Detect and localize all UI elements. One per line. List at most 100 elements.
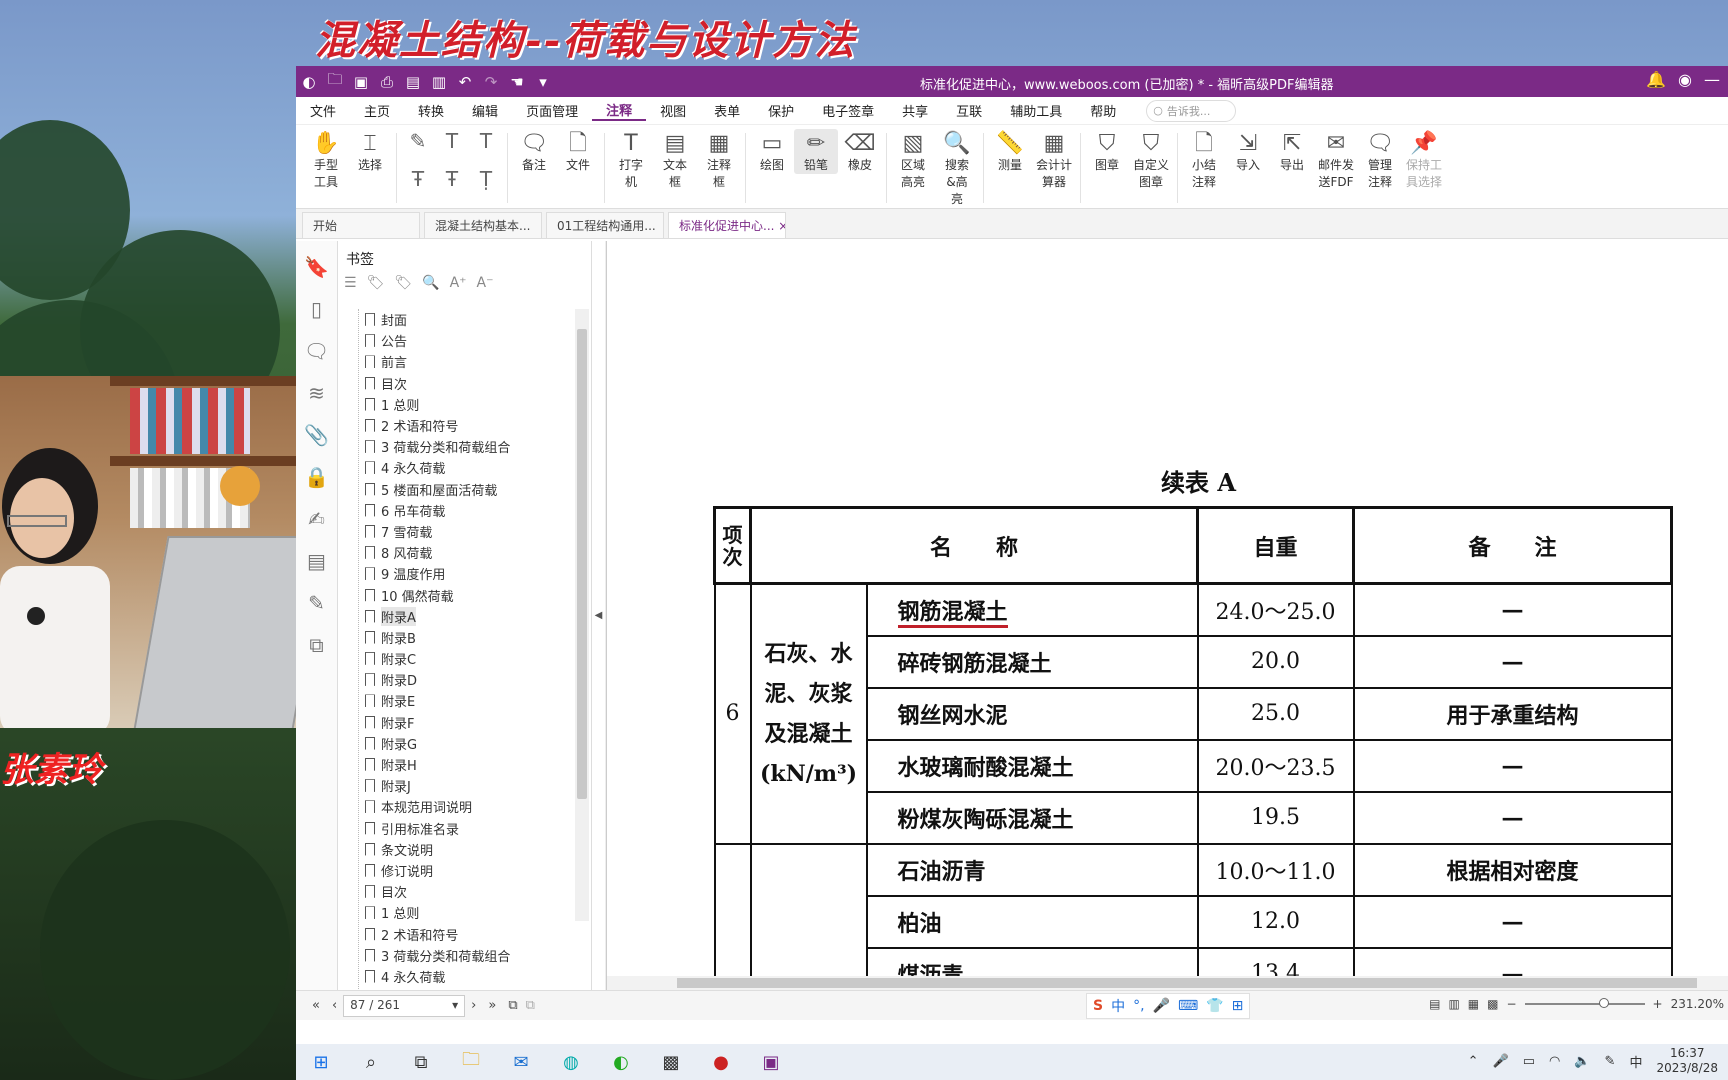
bookmark-item[interactable]: 目次 <box>359 881 568 902</box>
zoom-in-icon[interactable]: + <box>1653 997 1663 1011</box>
page-number-input[interactable]: 87 / 261 ▾ <box>343 994 466 1017</box>
bookmark-options-icon[interactable]: ☰ <box>344 275 357 291</box>
hand-dropdown-icon[interactable]: ☚ <box>504 66 530 97</box>
bookmark-item[interactable]: 附录A <box>359 606 568 627</box>
strikeout-text-icon[interactable]: T <box>469 129 503 167</box>
underline-text-icon[interactable]: T <box>435 129 469 167</box>
bookmark-item[interactable]: 10 偶然荷载 <box>359 584 568 605</box>
menu-connect[interactable]: 互联 <box>942 101 996 120</box>
pencil-button[interactable]: ✏ 铅笔 <box>794 129 838 174</box>
summary-notes-button[interactable]: 🗋 小结注释 <box>1182 129 1226 191</box>
menu-share[interactable]: 共享 <box>888 101 942 120</box>
bookmark-item[interactable]: 4 永久荷载 <box>359 457 568 478</box>
zoom-out-icon[interactable]: − <box>1506 997 1516 1011</box>
bookmark-item[interactable]: 6 吊车荷载 <box>359 500 568 521</box>
pages-panel-icon[interactable]: ▯ <box>311 297 322 321</box>
undo-icon[interactable]: ↶ <box>452 66 478 97</box>
attachments-panel-icon[interactable]: 📎 <box>304 423 329 447</box>
microphone-icon[interactable]: 🎤 <box>1153 998 1170 1014</box>
horizontal-scroll-thumb[interactable] <box>677 978 1697 988</box>
bookmark-item[interactable]: 本规范用词说明 <box>359 796 568 817</box>
stamp-button[interactable]: ⛉ 图章 <box>1085 129 1129 174</box>
increase-font-icon[interactable]: A⁺ <box>450 275 467 291</box>
skin-icon[interactable]: 👕 <box>1206 998 1223 1014</box>
menu-file[interactable]: 文件 <box>296 101 350 120</box>
tools-grid-icon[interactable]: ⊞ <box>1232 998 1244 1014</box>
signature-panel-icon[interactable]: ✍ <box>308 507 325 531</box>
edge-browser-icon[interactable]: ◍ <box>546 1052 596 1073</box>
keyboard-icon[interactable]: ⌨ <box>1178 998 1198 1014</box>
new-document-icon[interactable]: ▤ <box>400 66 426 97</box>
squiggly-icon[interactable]: Ŧ <box>401 167 435 205</box>
zoom-level[interactable]: 231.20% <box>1671 997 1724 1011</box>
export-button[interactable]: ⇱ 导出 <box>1270 129 1314 174</box>
bookmark-item[interactable]: 目次 <box>359 373 568 394</box>
page-dropdown-icon[interactable]: ▾ <box>452 998 458 1012</box>
pen-icon[interactable]: ✎ <box>1605 1054 1616 1069</box>
eraser-button[interactable]: ⌫ 橡皮 <box>838 129 882 174</box>
paint-app-icon[interactable]: ▩ <box>646 1052 696 1073</box>
minimize-icon[interactable]: — <box>1704 70 1720 89</box>
bookmark-item[interactable]: 1 总则 <box>359 394 568 415</box>
area-highlight-button[interactable]: ▧ 区域高亮 <box>891 129 935 191</box>
bookmark-item[interactable]: 3 荷载分类和荷载组合 <box>359 945 568 966</box>
menu-page-management[interactable]: 页面管理 <box>512 101 592 120</box>
foxit-pdf-icon[interactable]: ▣ <box>746 1052 796 1073</box>
highlight-icon[interactable]: ✎ <box>401 129 435 167</box>
hand-tool-button[interactable]: ✋ 手型工具 <box>304 129 348 191</box>
menu-view[interactable]: 视图 <box>646 101 700 120</box>
bookmark-item[interactable]: 附录E <box>359 690 568 711</box>
custom-stamp-button[interactable]: ⛉ 自定义图章 <box>1129 129 1173 191</box>
mail-icon[interactable]: ✉ <box>496 1052 546 1073</box>
decrease-font-icon[interactable]: A⁻ <box>477 275 494 291</box>
tell-me-search[interactable]: ○ 告诉我... <box>1146 99 1237 122</box>
menu-form[interactable]: 表单 <box>700 101 754 120</box>
bookmark-item[interactable]: 2 术语和符号 <box>359 923 568 944</box>
accounting-calculator-button[interactable]: ▦ 会计计算器 <box>1032 129 1076 191</box>
input-method-bar[interactable]: S 中 °, 🎤 ⌨ 👕 ⊞ <box>1086 993 1251 1019</box>
keep-tool-selected-button[interactable]: 📌 保持工具选择 <box>1402 129 1446 191</box>
bookmark-item[interactable]: 附录B <box>359 627 568 648</box>
tab-start[interactable]: 开始 <box>302 212 420 238</box>
volume-icon[interactable]: 🔈 <box>1574 1054 1590 1069</box>
single-page-view-icon[interactable]: ▤ <box>1429 997 1440 1011</box>
last-page-icon[interactable]: » <box>488 998 496 1013</box>
notification-bell-icon[interactable]: 🔔 <box>1646 70 1666 89</box>
browser-icon[interactable]: ◐ <box>596 1052 646 1073</box>
open-folder-icon[interactable]: 🗀 <box>322 66 348 97</box>
bookmark-item[interactable]: 公告 <box>359 330 568 351</box>
print-icon[interactable]: ⎙ <box>374 66 400 97</box>
bookmark-item[interactable]: 附录F <box>359 712 568 733</box>
tray-microphone-icon[interactable]: 🎤 <box>1493 1054 1509 1069</box>
compare-panel-icon[interactable]: ⧉ <box>309 633 323 657</box>
find-bookmark-icon[interactable]: 🔍 <box>422 275 439 291</box>
zoom-slider-knob[interactable] <box>1598 998 1609 1008</box>
tray-expand-icon[interactable]: ⌃ <box>1468 1054 1479 1069</box>
first-page-icon[interactable]: « <box>312 998 320 1013</box>
note-button[interactable]: 🗨 备注 <box>512 129 556 174</box>
tab-concrete-basics[interactable]: 混凝土结构基本... <box>424 212 542 238</box>
bookmark-item[interactable]: 7 雪荷载 <box>359 521 568 542</box>
bookmark-item[interactable]: 条文说明 <box>359 839 568 860</box>
textbox-button[interactable]: ▤ 文本框 <box>653 129 697 191</box>
measure-button[interactable]: 📏 测量 <box>988 129 1032 174</box>
menu-edit[interactable]: 编辑 <box>458 101 512 120</box>
fields-panel-icon[interactable]: ✎ <box>308 591 325 615</box>
email-fdf-button[interactable]: ✉ 邮件发送FDF <box>1314 129 1358 191</box>
screen-recorder-icon[interactable]: ● <box>696 1052 746 1073</box>
menu-help[interactable]: 帮助 <box>1076 101 1130 120</box>
bookmark-panel-icon[interactable]: 🔖 <box>304 255 329 279</box>
collapse-panel-handle[interactable]: ◀ <box>592 241 606 990</box>
menu-protect[interactable]: 保护 <box>754 101 808 120</box>
zoom-slider[interactable] <box>1524 998 1645 1008</box>
tab-general-code[interactable]: 01工程结构通用... <box>546 212 664 238</box>
continuous-facing-view-icon[interactable]: ▩ <box>1487 997 1498 1011</box>
language-icon[interactable]: 中 <box>1629 1052 1642 1071</box>
bookmark-item[interactable]: 2 术语和符号 <box>359 415 568 436</box>
layers-panel-icon[interactable]: ≋ <box>308 381 325 405</box>
bookmark-item[interactable]: 封面 <box>359 309 568 330</box>
punctuation-icon[interactable]: °, <box>1133 998 1144 1014</box>
continuous-page-view-icon[interactable]: ▥ <box>1448 997 1459 1011</box>
bookmark-item[interactable]: 9 温度作用 <box>359 563 568 584</box>
bookmark-item[interactable]: 前言 <box>359 351 568 372</box>
